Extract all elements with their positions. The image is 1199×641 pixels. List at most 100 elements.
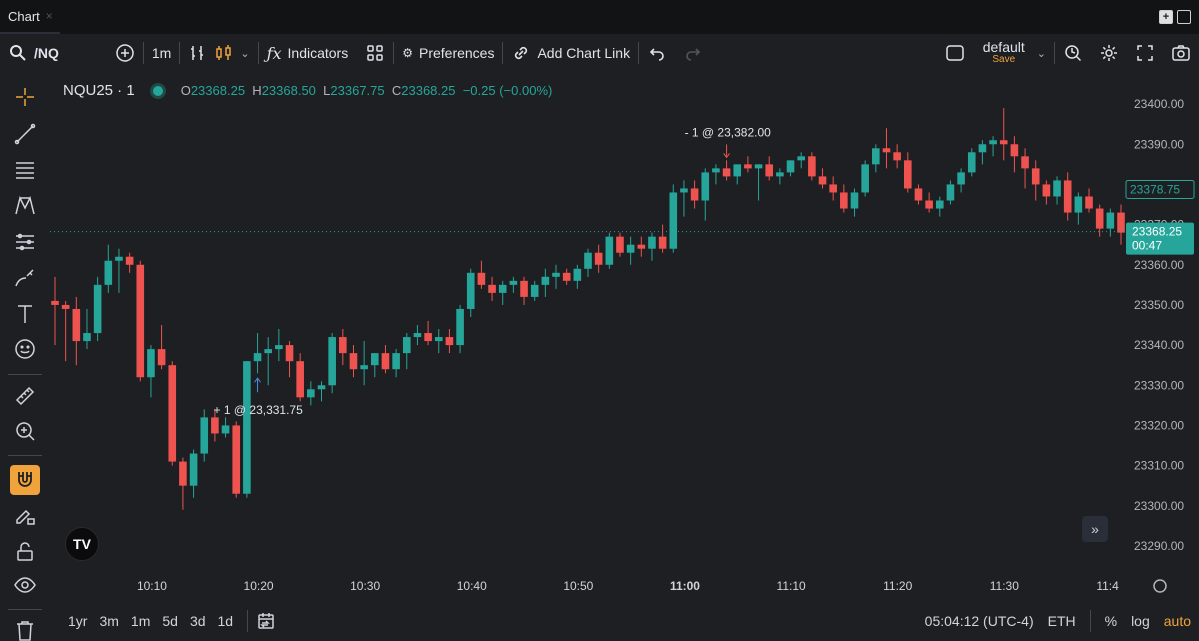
text-tool[interactable] [10,299,40,329]
chevron-down-icon[interactable]: ⌄ [1037,47,1046,60]
candle-body [573,268,582,281]
candle-body [72,308,81,342]
pattern-tool[interactable] [10,191,40,221]
close-icon[interactable]: × [46,9,53,23]
open-label: O [180,83,191,98]
screenshot-button[interactable] [1163,34,1199,72]
x-tick-label: 11:00 [670,579,700,593]
symbol-search[interactable]: /NQ [0,34,67,72]
range-button-5d[interactable]: 5d [156,613,184,629]
fib-tool[interactable] [10,155,40,185]
x-tick-label: 10:40 [457,579,487,593]
countdown-label: 00:47 [1132,239,1162,253]
sliders-icon [16,233,34,251]
divider [8,455,42,456]
candle-body [850,192,859,209]
visibility-tool[interactable] [10,570,40,600]
crosshair-tool[interactable] [10,82,40,112]
candle-body [829,184,837,193]
window-buttons: + [1159,10,1191,24]
lock-tool[interactable] [10,537,40,567]
lock-drawings-edit[interactable] [10,501,40,531]
price-chart[interactable]: 23400.0023390.0023380.0023370.0023360.00… [50,72,1199,599]
settings-button[interactable] [1091,34,1127,72]
candle-body [562,272,571,281]
y-tick-label: 23350.00 [1134,298,1184,312]
tab-title: Chart [8,8,40,24]
candle-body [1063,180,1072,213]
candle-body [264,349,272,354]
chart-type-button[interactable]: ⌄ [180,34,257,72]
candles-icon [214,43,234,63]
candle-body [168,365,177,462]
tab-chart[interactable]: Chart × [0,0,60,34]
range-button-3d[interactable]: 3d [184,613,212,629]
legend-symbol[interactable]: NQU25 · 1 [63,82,135,99]
layout-select[interactable]: default Save ⌄ [937,34,1054,72]
undo-button[interactable] [639,34,675,72]
candle-body [872,148,880,165]
divider [8,609,42,610]
x-tick-label: 10:10 [137,579,167,593]
low-value: 23367.75 [330,83,385,98]
measure-tool[interactable] [10,381,40,411]
candle-body [232,425,241,494]
high-value: 23368.50 [261,83,316,98]
candle-body [93,284,102,334]
candle-body [584,252,592,269]
maximize-icon[interactable] [1177,10,1191,24]
candle-body [488,284,496,293]
percent-toggle[interactable]: % [1105,613,1117,629]
candle-body [722,168,731,177]
tradingview-logo[interactable]: TV [65,527,99,561]
chevron-down-icon[interactable]: ⌄ [240,47,249,60]
zoom-tool[interactable] [10,416,40,446]
candle-body [1042,184,1051,197]
open-value: 23368.25 [190,83,246,98]
trade-annotation-buy: + 1 @ 23,331.75 [214,403,304,417]
trash-tool[interactable] [10,615,40,641]
y-tick-label: 23310.00 [1134,459,1184,473]
candle-body [637,244,646,249]
emoji-tool[interactable] [10,334,40,364]
clock-time[interactable]: 05:04:12 (UTC-4) [925,613,1034,629]
date-range-icon[interactable] [256,611,276,631]
compare-button[interactable] [107,34,143,72]
function-icon: ƒx [266,43,282,63]
log-toggle[interactable]: log [1131,613,1150,629]
preferences-button[interactable]: ⚙ Preferences [394,34,502,72]
candle-body [594,252,603,265]
layout-save[interactable]: Save [992,55,1015,66]
range-button-1d[interactable]: 1d [212,613,240,629]
trend-line-tool[interactable] [10,119,40,149]
undo-icon [647,43,667,63]
camera-icon [1171,43,1191,63]
x-tick-label: 11:30 [990,579,1019,593]
zoom-in-icon [16,422,35,441]
brush-tool[interactable] [10,263,40,293]
candle-body [776,172,784,177]
add-window-icon[interactable]: + [1159,10,1173,24]
candle-body [1031,168,1040,185]
add-chart-link-label: Add Chart Link [537,45,631,61]
layouts-button[interactable] [357,34,393,72]
fullscreen-button[interactable] [1127,34,1163,72]
interval-button[interactable]: 1m [144,34,179,72]
auto-scale-toggle[interactable]: auto [1164,613,1191,629]
range-button-3m[interactable]: 3m [93,613,124,629]
range-button-1m[interactable]: 1m [125,613,156,629]
magnet-tool[interactable] [10,465,40,495]
redo-button[interactable] [675,34,711,72]
grid-icon [365,43,385,63]
quick-search-button[interactable] [1055,34,1091,72]
candle-body [115,256,123,261]
add-chart-link-button[interactable]: Add Chart Link [503,34,638,72]
indicators-button[interactable]: ƒx Indicators [259,34,357,72]
trash-icon [17,621,33,641]
candle-body [104,260,113,285]
session-button[interactable]: ETH [1048,613,1076,629]
scroll-to-realtime-button[interactable]: » [1082,516,1108,542]
window-icon [945,43,965,63]
prediction-tool[interactable] [10,227,40,257]
range-button-1yr[interactable]: 1yr [62,613,93,629]
